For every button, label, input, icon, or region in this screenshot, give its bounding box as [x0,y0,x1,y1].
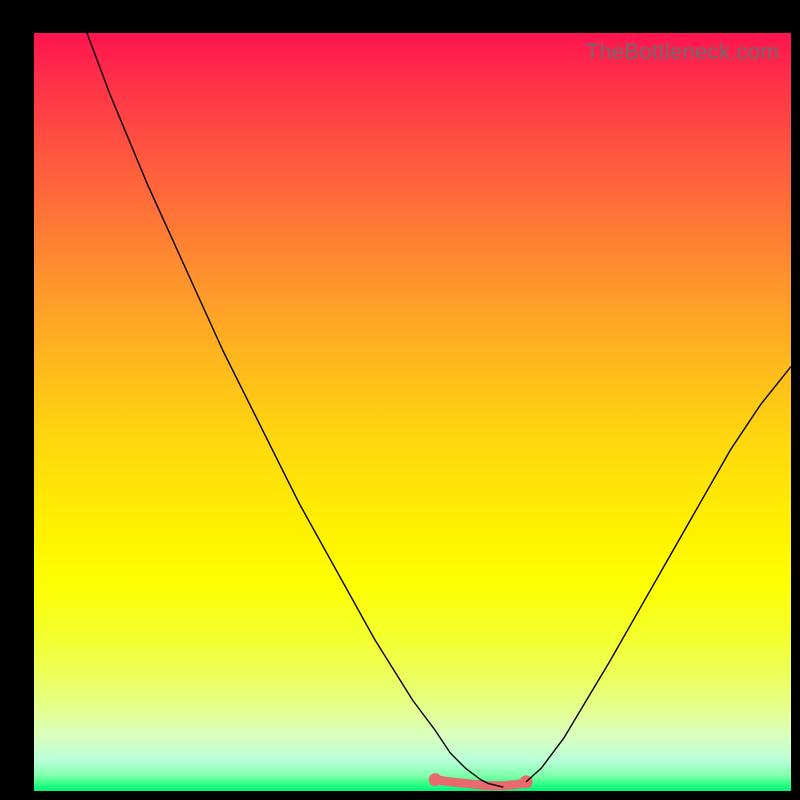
highlight-dot-left [429,773,442,786]
watermark-text: TheBottleneck.com [586,39,779,65]
right-curve-path [526,367,791,782]
highlight-segment [435,780,526,786]
series-group [87,33,791,788]
left-curve-path [87,33,503,787]
chart-frame: TheBottleneck.com [0,0,800,800]
plot-area: TheBottleneck.com [34,33,791,791]
chart-svg [34,33,791,791]
